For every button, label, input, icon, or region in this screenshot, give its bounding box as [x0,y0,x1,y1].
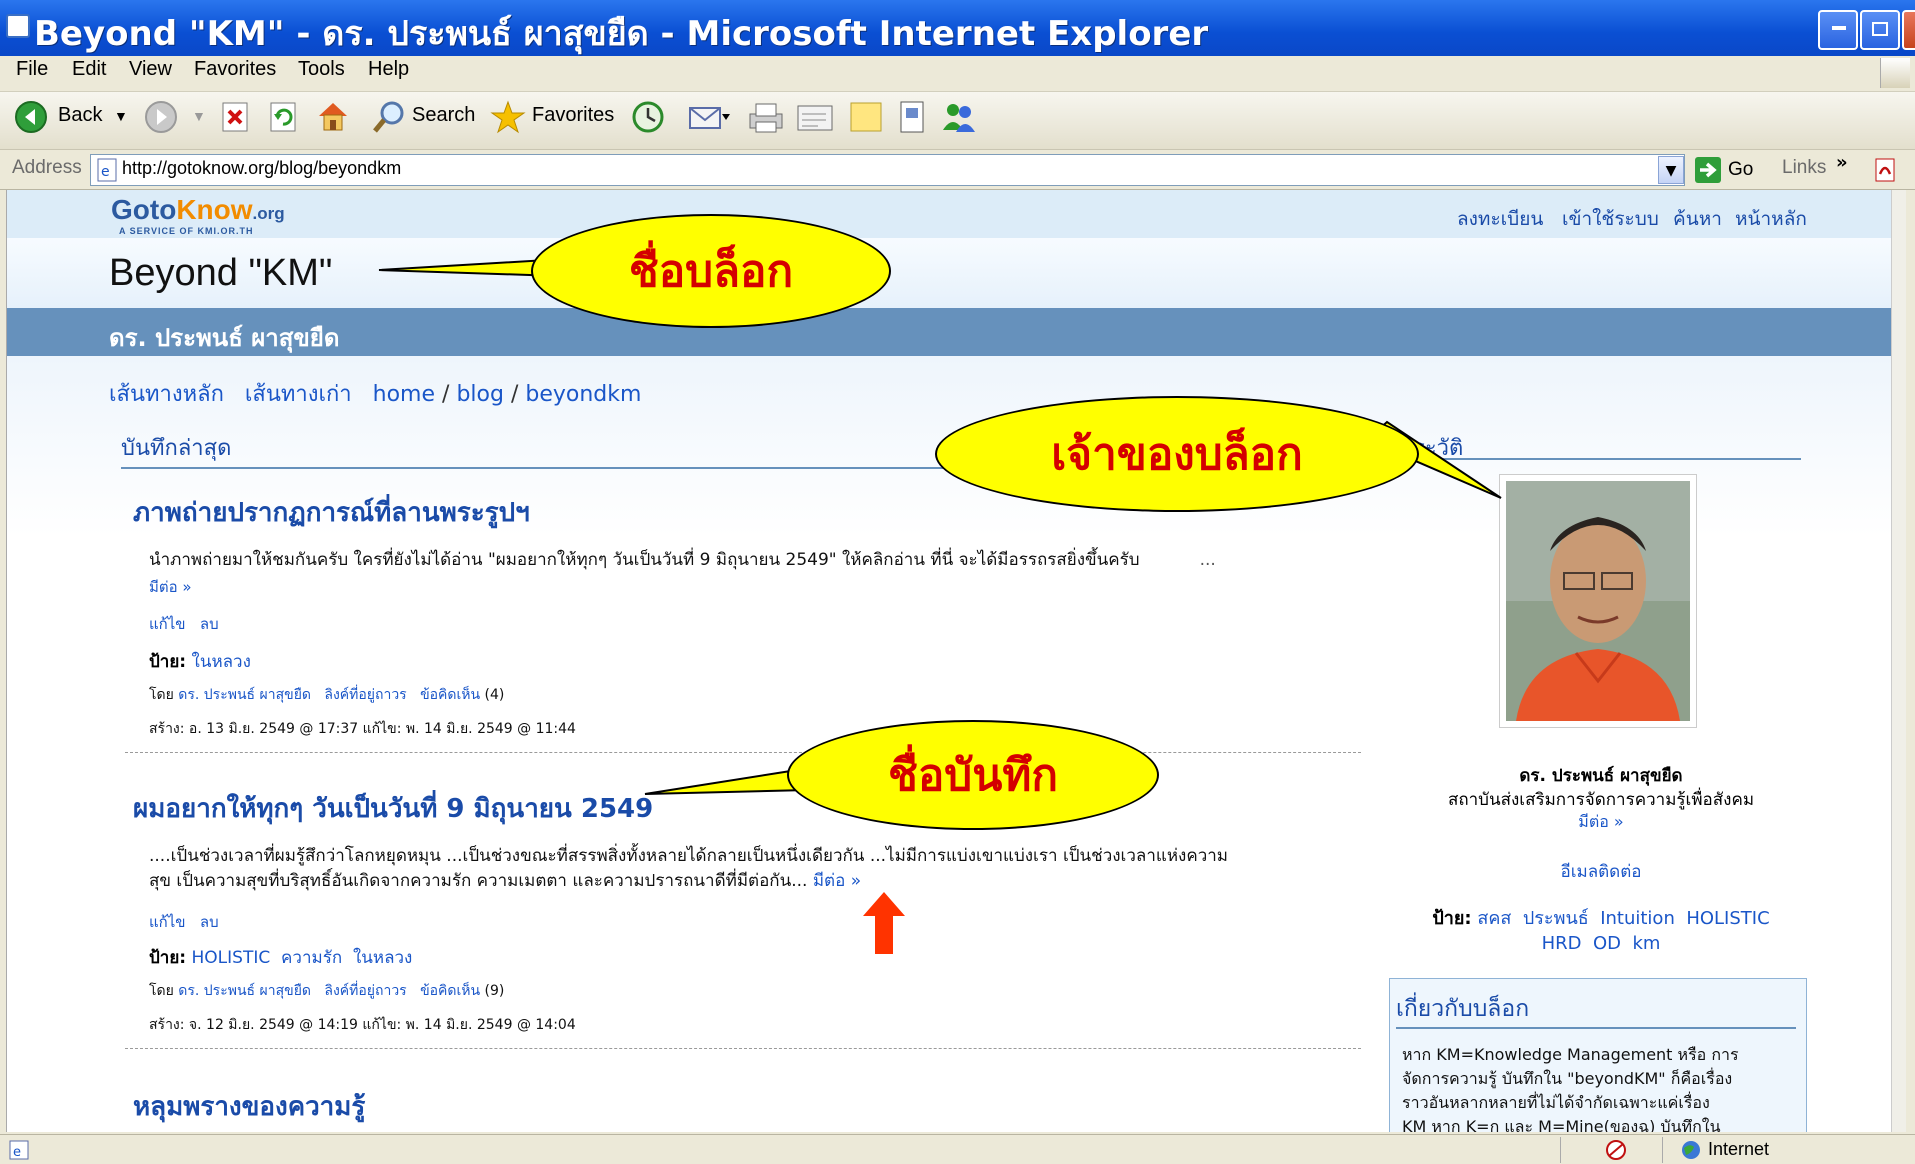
search-icon[interactable] [372,100,408,134]
refresh-icon[interactable] [270,102,298,132]
callout-blog-owner: เจ้าของบล็อก [935,396,1419,512]
web-page: GotoKnow.org A SERVICE OF KMI.OR.TH ลงทะ… [6,190,1906,1132]
minimize-button[interactable] [1818,10,1858,50]
print-icon[interactable] [746,100,786,134]
address-url[interactable]: http://gotoknow.org/blog/beyondkm [122,158,401,179]
vertical-scrollbar[interactable] [1891,190,1906,1132]
status-divider [1560,1137,1561,1163]
discuss-icon[interactable] [848,100,884,134]
callout-post-name: ชื่อบันทึก [787,720,1159,830]
forward-icon[interactable] [144,100,178,134]
menu-view[interactable]: View [129,58,172,81]
restore-button[interactable] [1860,10,1900,50]
favorites-star-icon[interactable] [490,100,526,134]
menu-edit[interactable]: Edit [72,58,106,81]
messenger-icon[interactable] [940,100,978,134]
callout-blog-name: ชื่อบล็อก [531,214,891,328]
ie-app-icon [6,14,30,38]
callout-pointer-post-name [644,768,809,795]
popup-blocked-icon[interactable] [1604,1139,1630,1161]
favorites-button-label[interactable]: Favorites [532,104,614,127]
status-divider [1662,1137,1663,1163]
go-button-label[interactable]: Go [1728,159,1753,181]
menu-tools[interactable]: Tools [298,58,345,81]
links-chevron-icon[interactable]: » [1836,152,1848,173]
mail-icon[interactable] [688,100,732,134]
forward-dropdown-icon: ▼ [192,108,206,124]
menu-help[interactable]: Help [368,58,409,81]
internet-globe-icon [1682,1141,1700,1159]
back-icon[interactable] [14,100,48,134]
back-dropdown-icon[interactable]: ▼ [114,108,128,124]
svg-text:e: e [13,1145,21,1160]
research-icon[interactable] [898,100,928,134]
stop-icon[interactable] [222,102,250,132]
menu-bar: File Edit View Favorites Tools Help [0,56,1915,92]
close-button[interactable] [1902,10,1915,50]
menu-file[interactable]: File [16,58,48,81]
edit-page-icon[interactable] [796,102,836,132]
callout-pointers [378,258,1502,795]
red-arrow-icon [863,892,905,954]
home-icon[interactable] [316,100,350,132]
history-icon[interactable] [630,100,666,134]
svg-text:e: e [101,164,110,180]
menu-favorites[interactable]: Favorites [194,58,276,81]
address-label: Address [12,157,82,178]
pdf-addon-icon[interactable] [1872,156,1902,184]
status-bar: e Internet [0,1134,1915,1164]
window-title: Beyond "KM" - ดร. ประพนธ์ ผาสุขยืด - Mic… [34,14,1209,54]
page-status-icon: e [9,1140,29,1160]
ie-window: Beyond "KM" - ดร. ประพนธ์ ผาสุขยืด - Mic… [0,0,1915,1164]
title-bar: Beyond "KM" - ดร. ประพนธ์ ผาสุขยืด - Mic… [0,0,1915,60]
search-button-label[interactable]: Search [412,104,475,127]
address-dropdown-icon[interactable]: ▼ [1658,156,1684,184]
page-icon: e [97,158,117,182]
back-button-label[interactable]: Back [58,104,102,127]
security-zone-label: Internet [1708,1139,1770,1159]
windows-logo-icon [1880,58,1910,88]
links-label[interactable]: Links [1782,157,1826,179]
go-arrow-icon[interactable] [1694,156,1722,184]
